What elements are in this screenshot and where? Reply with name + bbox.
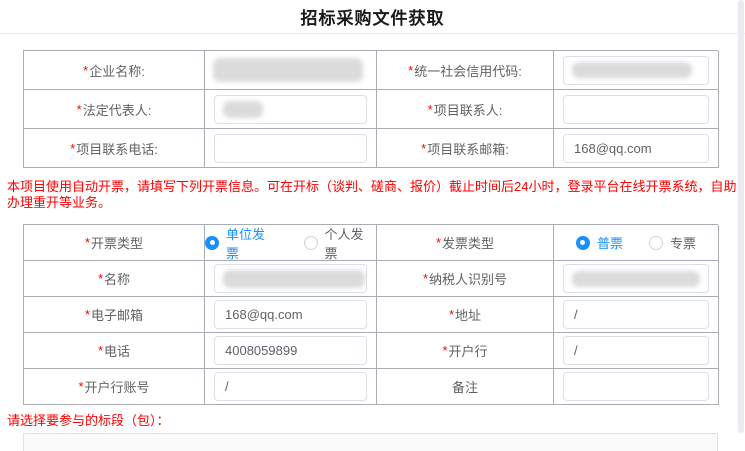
required-mark: * (77, 102, 82, 117)
bank-input[interactable] (563, 336, 709, 365)
radio-unselected-icon (649, 236, 663, 250)
redacted-legal-rep (223, 101, 263, 118)
vertical-scrollbar[interactable] (738, 0, 744, 433)
invoice-type-options: 单位发票 个人发票 (205, 225, 377, 261)
radio-unselected-icon (304, 236, 318, 250)
company-name-value (205, 51, 377, 90)
required-mark: * (70, 141, 75, 156)
invoice-email-label: * 电子邮箱 (24, 297, 205, 333)
legal-rep-cell (205, 90, 377, 129)
project-contact-label: * 项目联系人: (377, 90, 554, 129)
contact-phone-label: * 项目联系电话: (24, 129, 205, 168)
contact-email-input[interactable] (563, 134, 709, 163)
page-title: 招标采购文件获取 (301, 4, 445, 29)
radio-unit-invoice[interactable]: 单位发票 (205, 225, 278, 261)
invoice-type-label: * 开票类型 (24, 225, 205, 261)
legal-rep-label: * 法定代表人: (24, 90, 205, 129)
invoice-category-label: * 发票类型 (377, 225, 554, 261)
invoice-phone-label: * 电话 (24, 333, 205, 369)
radio-personal-invoice[interactable]: 个人发票 (304, 225, 377, 261)
project-contact-cell (554, 90, 719, 129)
invoice-info-table: * 开票类型 单位发票 个人发票 * 发票类型 普票 专票 * 名称 (23, 224, 718, 405)
invoice-email-cell (205, 297, 377, 333)
invoice-name-input[interactable] (214, 264, 367, 293)
required-mark: * (98, 271, 103, 286)
radio-selected-icon (205, 236, 219, 250)
invoice-category-options: 普票 专票 (554, 225, 719, 261)
bank-label: * 开户行 (377, 333, 554, 369)
required-mark: * (421, 141, 426, 156)
redacted-invoice-name (223, 270, 365, 288)
required-mark: * (83, 63, 88, 78)
legal-rep-input[interactable] (214, 95, 367, 124)
required-mark: * (98, 343, 103, 358)
bid-section-table: 标段（包）编号 标段（包）名称 招标采购文件费用（元） (23, 433, 718, 451)
remark-cell (554, 369, 719, 405)
address-input[interactable] (563, 300, 709, 329)
required-mark: * (449, 307, 454, 322)
invoice-notice: 本项目使用自动开票，请填写下列开票信息。可在开标（谈判、磋商、报价）截止时间后2… (7, 179, 740, 211)
taxpayer-id-input[interactable] (563, 264, 709, 293)
required-mark: * (423, 271, 428, 286)
radio-selected-icon (576, 236, 590, 250)
required-mark: * (78, 379, 83, 394)
invoice-name-cell (205, 261, 377, 297)
remark-label: 备注 (377, 369, 554, 405)
credit-code-label: * 统一社会信用代码: (377, 51, 554, 90)
page-header: 招标采购文件获取 (0, 0, 745, 34)
radio-general-invoice[interactable]: 普票 (576, 233, 623, 252)
credit-code-cell (554, 51, 719, 90)
redacted-credit-code (572, 62, 692, 78)
section-select-prompt: 请选择要参与的标段（包）： (7, 413, 740, 429)
remark-input[interactable] (563, 372, 709, 401)
company-name-label: * 企业名称: (24, 51, 205, 90)
invoice-phone-cell (205, 333, 377, 369)
contact-email-cell (554, 129, 719, 168)
address-label: * 地址 (377, 297, 554, 333)
project-contact-input[interactable] (563, 95, 709, 124)
redacted-company-name (213, 58, 363, 82)
required-mark: * (85, 307, 90, 322)
bank-account-input[interactable] (214, 372, 367, 401)
redacted-taxpayer-id (572, 271, 700, 287)
contact-info-table: * 企业名称: * 统一社会信用代码: * 法定代表人: * 项目联系人: * … (23, 50, 718, 168)
bank-account-cell (205, 369, 377, 405)
credit-code-input[interactable] (563, 56, 709, 85)
radio-special-invoice[interactable]: 专票 (649, 233, 696, 252)
invoice-phone-input[interactable] (214, 336, 367, 365)
contact-phone-input[interactable] (214, 134, 367, 163)
contact-email-label: * 项目联系邮箱: (377, 129, 554, 168)
bank-cell (554, 333, 719, 369)
invoice-email-input[interactable] (214, 300, 367, 329)
invoice-name-label: * 名称 (24, 261, 205, 297)
address-cell (554, 297, 719, 333)
bank-account-label: * 开户行账号 (24, 369, 205, 405)
required-mark: * (408, 63, 413, 78)
required-mark: * (436, 235, 441, 250)
taxpayer-id-cell (554, 261, 719, 297)
bid-table-header: 标段（包）编号 标段（包）名称 招标采购文件费用（元） (24, 434, 717, 451)
contact-phone-cell (205, 129, 377, 168)
required-mark: * (442, 343, 447, 358)
required-mark: * (428, 102, 433, 117)
required-mark: * (85, 235, 90, 250)
taxpayer-id-label: * 纳税人识别号 (377, 261, 554, 297)
